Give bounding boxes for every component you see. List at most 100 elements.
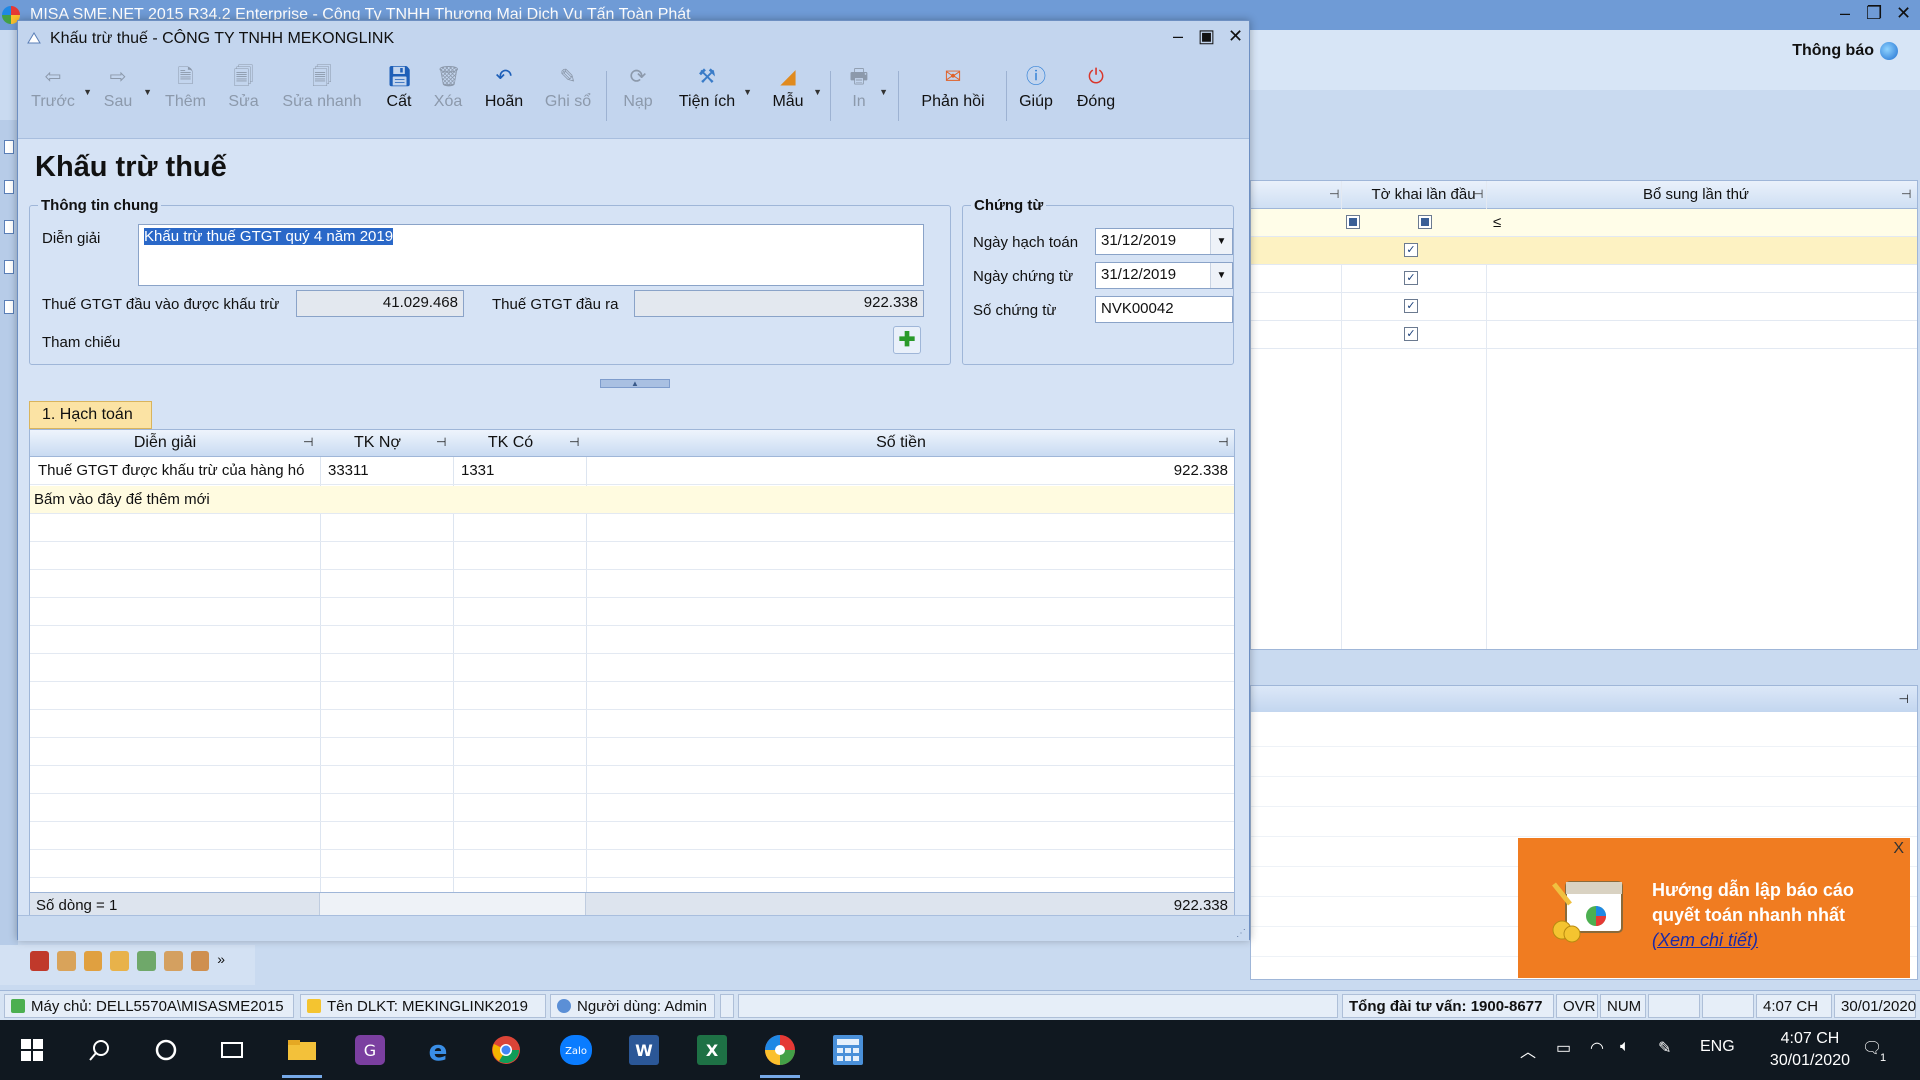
chevron-down-icon[interactable]: ▼ [83,87,92,97]
col-header-credit[interactable]: TK Có [453,434,568,452]
delete-button[interactable]: 🗑︎ Xóa [431,65,465,131]
tab-accounting[interactable]: 1. Hạch toán [29,401,152,429]
pin-icon[interactable]: ⊣ [303,435,313,449]
template-button[interactable]: ◢ Mẫu ▼ [768,65,822,131]
taskbar-clock[interactable]: 4:07 CH 30/01/2020 [1770,1028,1850,1072]
start-icon[interactable] [12,1030,52,1070]
chevron-down-icon[interactable]: ▼ [1210,263,1232,288]
pdf-app-icon[interactable]: G [350,1030,390,1070]
chrome-icon[interactable] [486,1030,526,1070]
post-button[interactable]: ✎ Ghi sổ [543,65,593,131]
posting-date-field[interactable]: 31/12/2019 ▼ [1095,228,1233,255]
utilities-button[interactable]: ⚒ Tiện ích ▼ [676,65,752,131]
row-debit[interactable]: 33311 [328,462,369,479]
table-row[interactable]: ✓ [1251,265,1917,293]
nav-mark[interactable] [4,260,14,274]
collapse-splitter[interactable]: ▲ [600,379,670,388]
quick-edit-button[interactable]: 🗐︎ Sửa nhanh [280,65,364,131]
battery-icon[interactable]: ▭ [1556,1038,1571,1058]
reload-button[interactable]: ⟳ Nạp [621,65,655,131]
main-close-icon[interactable]: ✕ [1896,3,1911,24]
pin-icon[interactable]: ⊣ [1901,187,1911,201]
main-restore-icon[interactable]: ❐ [1866,3,1882,24]
new-row[interactable]: Bấm vào đây để thêm mới [30,486,1234,514]
excel-icon[interactable]: X [692,1030,732,1070]
next-button[interactable]: ⇨ Sau ▼ [98,65,152,131]
checkbox-checked[interactable]: ✓ [1404,271,1418,285]
save-button[interactable]: 💾︎ Cất [383,65,415,131]
checkbox-checked[interactable]: ✓ [1404,243,1418,257]
coins-icon[interactable] [110,951,129,971]
pin-icon[interactable]: ⊣ [1899,692,1909,706]
prev-button[interactable]: ⇦ Trước ▼ [28,65,92,131]
zalo-icon[interactable]: Zalo [556,1030,596,1070]
main-minimize-icon[interactable]: – [1840,3,1850,24]
checkbox[interactable] [1418,215,1432,229]
table-row[interactable]: ≤ [1251,209,1917,237]
task-view-icon[interactable] [212,1030,252,1070]
voucher-date-field[interactable]: 31/12/2019 ▼ [1095,262,1233,289]
popup-close-button[interactable]: X [1893,840,1904,858]
file-explorer-icon[interactable] [282,1030,322,1078]
feedback-button[interactable]: ✉ Phản hồi [902,65,1004,131]
pen-icon[interactable]: ✎ [1658,1038,1671,1058]
nav-mark[interactable] [4,140,14,154]
pin-icon[interactable]: ⊣ [436,435,446,449]
chevron-up-icon[interactable]: ︿ [1520,1038,1536,1062]
checkbox-checked[interactable]: ✓ [1404,327,1418,341]
chevron-down-icon[interactable]: ▼ [813,87,822,97]
popup-detail-link[interactable]: (Xem chi tiết) [1652,928,1854,953]
report-icon[interactable] [30,951,49,971]
pin-icon[interactable]: ⊣ [1329,187,1339,201]
filter-operator[interactable]: ≤ [1493,214,1501,231]
pin-icon[interactable]: ⊣ [1218,435,1228,449]
misa-icon[interactable] [760,1030,800,1078]
wifi-icon[interactable]: ◠ [1590,1038,1604,1058]
checkbox-checked[interactable]: ✓ [1404,299,1418,313]
row-credit[interactable]: 1331 [461,462,494,479]
col-header-debit[interactable]: TK Nợ [320,434,435,452]
pin-icon[interactable]: ⊣ [1473,187,1483,201]
resize-grip-icon[interactable]: ⋰ [1236,928,1246,939]
dialog-close-icon[interactable]: ✕ [1228,26,1243,47]
nav-mark[interactable] [4,220,14,234]
add-button[interactable]: 🗎︎ Thêm [163,65,208,131]
nav-mark[interactable] [4,180,14,194]
undo-button[interactable]: ↶ Hoãn [482,65,526,131]
table-row[interactable]: ✓ [1251,321,1917,349]
col-header-description[interactable]: Diễn giải [30,434,300,452]
close-button[interactable]: ⏻ Đóng [1072,65,1120,131]
table-row[interactable]: ✓ [1251,237,1917,265]
calculator-icon[interactable] [828,1030,868,1070]
voucher-no-field[interactable]: NVK00042 [1095,296,1233,323]
document-icon[interactable] [56,951,76,971]
table-row[interactable]: Thuế GTGT được khấu trừ của hàng hó 3331… [30,457,1234,485]
invoice-icon[interactable] [163,951,183,971]
print-button[interactable]: 🖶︎ In ▼ [844,65,888,131]
checkbox[interactable] [1346,215,1360,229]
help-button[interactable]: ⓘ Giúp [1016,65,1056,131]
folder-icon[interactable] [83,951,103,971]
dialog-maximize-icon[interactable]: ▣ [1198,26,1215,47]
cortana-icon[interactable] [146,1030,186,1070]
table-row[interactable]: ✓ [1251,293,1917,321]
row-amount[interactable]: 922.338 [1174,462,1228,479]
edit-button[interactable]: 🗐︎ Sửa [226,65,261,131]
network-icon[interactable] [137,951,156,971]
chevron-down-icon[interactable]: ▼ [879,87,888,97]
edge-icon[interactable]: e [418,1030,458,1070]
chevron-down-icon[interactable]: ▼ [743,87,752,97]
chevron-down-icon[interactable]: ▼ [1210,229,1232,254]
notification-link[interactable]: Thông báo [1792,42,1898,60]
pin-icon[interactable]: ⊣ [569,435,579,449]
description-field[interactable]: Khấu trừ thuế GTGT quý 4 năm 2019 [138,224,924,286]
volume-icon[interactable]: 🔈︎ [1620,1038,1630,1056]
more-chevron-icon[interactable]: » [217,951,225,979]
language-indicator[interactable]: ENG [1700,1038,1735,1056]
col-header-amount[interactable]: Số tiền [586,434,1216,452]
search-icon[interactable] [80,1030,120,1070]
dialog-minimize-icon[interactable]: – [1173,26,1183,47]
chevron-down-icon[interactable]: ▼ [143,87,152,97]
word-icon[interactable]: W [624,1030,664,1070]
add-reference-button[interactable]: ✚ [893,326,921,354]
